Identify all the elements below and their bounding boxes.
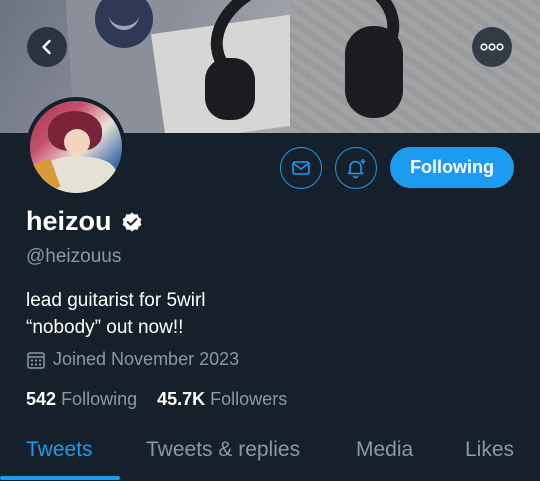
avatar[interactable] <box>26 97 126 197</box>
tab-likes[interactable]: Likes <box>465 438 514 462</box>
message-button[interactable] <box>280 147 322 189</box>
following-stat[interactable]: 542 Following <box>26 389 137 410</box>
following-button[interactable]: Following <box>390 147 514 188</box>
envelope-icon <box>292 161 310 175</box>
bio-line: “nobody” out now!! <box>26 317 184 338</box>
tab-tweets[interactable]: Tweets <box>26 438 93 462</box>
joined-date: Joined November 2023 <box>26 349 239 370</box>
more-options-icon <box>480 43 504 51</box>
profile-tabs: Tweets Tweets & replies Media Likes <box>0 426 540 481</box>
bell-plus-icon <box>347 159 366 179</box>
profile-name-row: heizou <box>26 206 144 237</box>
back-arrow-icon <box>42 39 51 55</box>
tab-tweets-and-replies[interactable]: Tweets & replies <box>146 438 300 462</box>
profile-bio: lead guitarist for 5wirl “nobody” out no… <box>26 287 206 341</box>
following-count: 542 <box>26 389 57 409</box>
followers-label: Followers <box>210 389 288 409</box>
profile-handle: @heizouus <box>26 246 122 267</box>
bio-line: lead guitarist for 5wirl <box>26 290 206 311</box>
back-button[interactable] <box>27 27 67 67</box>
followers-stat[interactable]: 45.7K Followers <box>157 389 287 410</box>
profile-name: heizou <box>26 206 112 236</box>
tab-media[interactable]: Media <box>356 438 413 462</box>
joined-text: Joined November 2023 <box>53 349 240 369</box>
active-tab-indicator <box>0 476 120 480</box>
notifications-button[interactable] <box>335 147 377 189</box>
verified-badge-icon <box>122 212 141 231</box>
follow-stats: 542 Following 45.7K Followers <box>26 389 287 410</box>
followers-count: 45.7K <box>157 389 206 409</box>
following-label: Following <box>61 389 138 409</box>
calendar-icon <box>27 351 45 369</box>
more-options-button[interactable] <box>472 27 512 67</box>
